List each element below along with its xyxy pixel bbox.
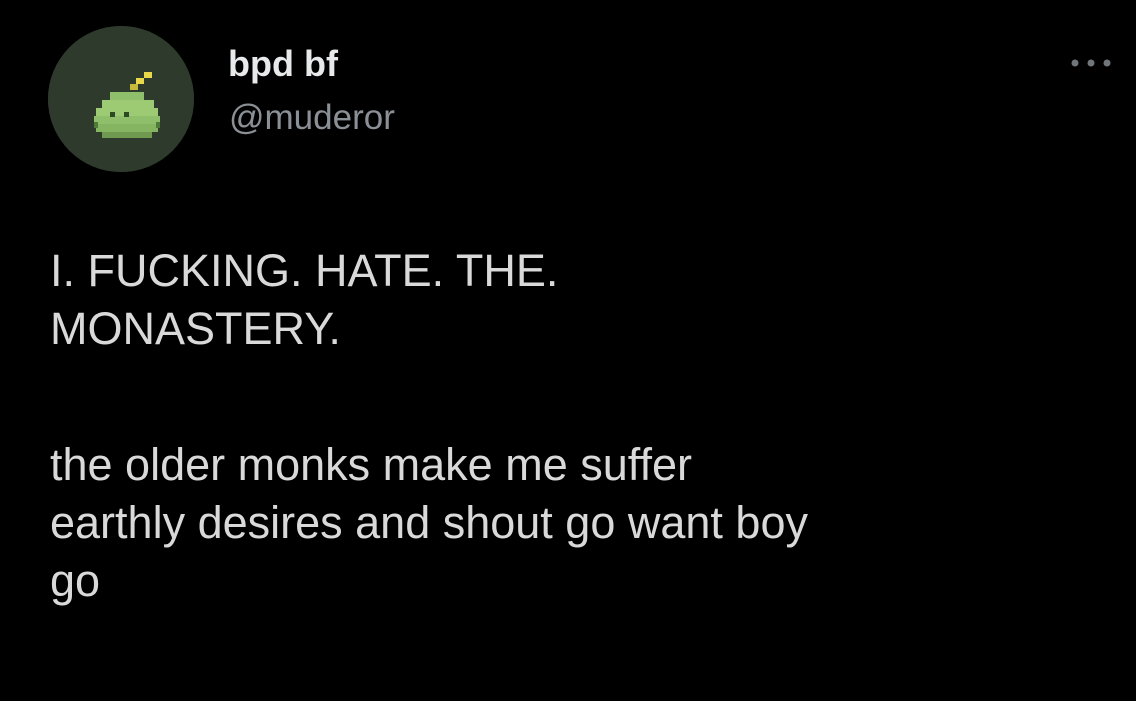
- more-options-button[interactable]: [1066, 50, 1116, 76]
- tweet-headline: I. FUCKING. HATE. THE. MONASTERY.: [50, 245, 559, 354]
- avatar[interactable]: [48, 26, 194, 172]
- author-handle[interactable]: @muderor: [229, 96, 395, 140]
- tweet: bpd bf @muderor I. FUCKING. HATE. THE. M…: [0, 0, 1136, 701]
- author-display-name[interactable]: bpd bf: [228, 42, 338, 86]
- tweet-body: the older monks make me suffer earthly d…: [50, 439, 808, 606]
- green-blob-pixel-avatar-icon: [48, 26, 194, 172]
- more-options-icon: [1071, 59, 1111, 67]
